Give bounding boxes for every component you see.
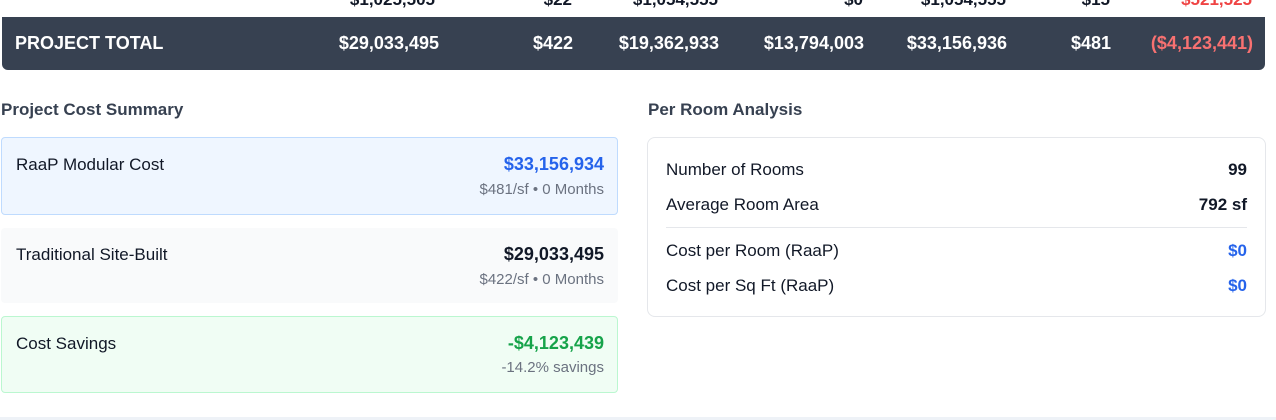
room-row-label: Cost per Room (RaaP) — [666, 241, 839, 260]
raap-cost-card: RaaP Modular Cost $33,156,934 $481/sf • … — [1, 137, 618, 215]
traditional-cost-amount: $29,033,495 — [503, 244, 604, 264]
project-total-row: PROJECT TOTAL $29,033,495 $422 $19,362,9… — [2, 17, 1265, 70]
traditional-cost-card: Traditional Site-Built $29,033,495 $422/… — [1, 228, 618, 303]
room-row-label: Number of Rooms — [666, 160, 804, 179]
cost-savings-percent: -14.2% savings — [501, 359, 604, 376]
room-row-value: $0 — [1228, 276, 1247, 295]
partial-row-cell: $521,525 — [1181, 0, 1252, 10]
room-row-value: 99 — [1228, 160, 1247, 179]
raap-cost-label: RaaP Modular Cost — [16, 155, 165, 174]
total-traditional-per-sf: $422 — [532, 33, 573, 53]
total-difference: ($4,123,441) — [1150, 33, 1253, 53]
partial-row-cell: $1,054,555 — [633, 0, 718, 10]
raap-cost-subtext: $481/sf • 0 Months — [479, 181, 605, 198]
room-row-cost-per-room: Cost per Room (RaaP) $0 — [666, 241, 1247, 261]
room-analysis-title: Per Room Analysis — [648, 100, 803, 119]
partial-row-cell: $22 — [544, 0, 572, 10]
cut-off-table-row: $1,025,505 $22 $1,054,555 $0 $1,054,555 … — [0, 0, 1276, 16]
cost-summary-title: Project Cost Summary — [1, 100, 184, 119]
room-row-cost-per-sqft: Cost per Sq Ft (RaaP) $0 — [666, 276, 1247, 296]
total-raap-cost-a: $19,362,933 — [618, 33, 719, 53]
cost-savings-amount: -$4,123,439 — [507, 333, 604, 353]
raap-cost-amount: $33,156,934 — [503, 154, 604, 174]
traditional-cost-subtext: $422/sf • 0 Months — [479, 271, 605, 288]
room-row-label: Average Room Area — [666, 195, 819, 214]
cost-savings-label: Cost Savings — [16, 334, 117, 353]
total-raap-cost: $33,156,936 — [906, 33, 1007, 53]
cost-savings-card: Cost Savings -$4,123,439 -14.2% savings — [1, 316, 618, 393]
room-divider — [666, 227, 1247, 228]
partial-row-cell: $0 — [844, 0, 863, 10]
room-analysis-panel: Number of Rooms 99 Average Room Area 792… — [647, 137, 1266, 317]
room-row-label: Cost per Sq Ft (RaaP) — [666, 276, 835, 295]
room-row-average-area: Average Room Area 792 sf — [666, 195, 1247, 215]
total-traditional-cost: $29,033,495 — [338, 33, 439, 53]
total-raap-per-sf: $481 — [1070, 33, 1111, 53]
partial-row-cell: $15 — [1082, 0, 1110, 10]
traditional-cost-label: Traditional Site-Built — [16, 245, 168, 264]
room-row-value: 792 sf — [1198, 195, 1247, 214]
room-row-value: $0 — [1228, 241, 1247, 260]
partial-row-cell: $1,054,555 — [921, 0, 1006, 10]
project-total-label: PROJECT TOTAL — [15, 33, 164, 53]
total-raap-cost-b: $13,794,003 — [763, 33, 864, 53]
partial-row-cell: $1,025,505 — [350, 0, 435, 10]
room-row-number-of-rooms: Number of Rooms 99 — [666, 160, 1247, 180]
